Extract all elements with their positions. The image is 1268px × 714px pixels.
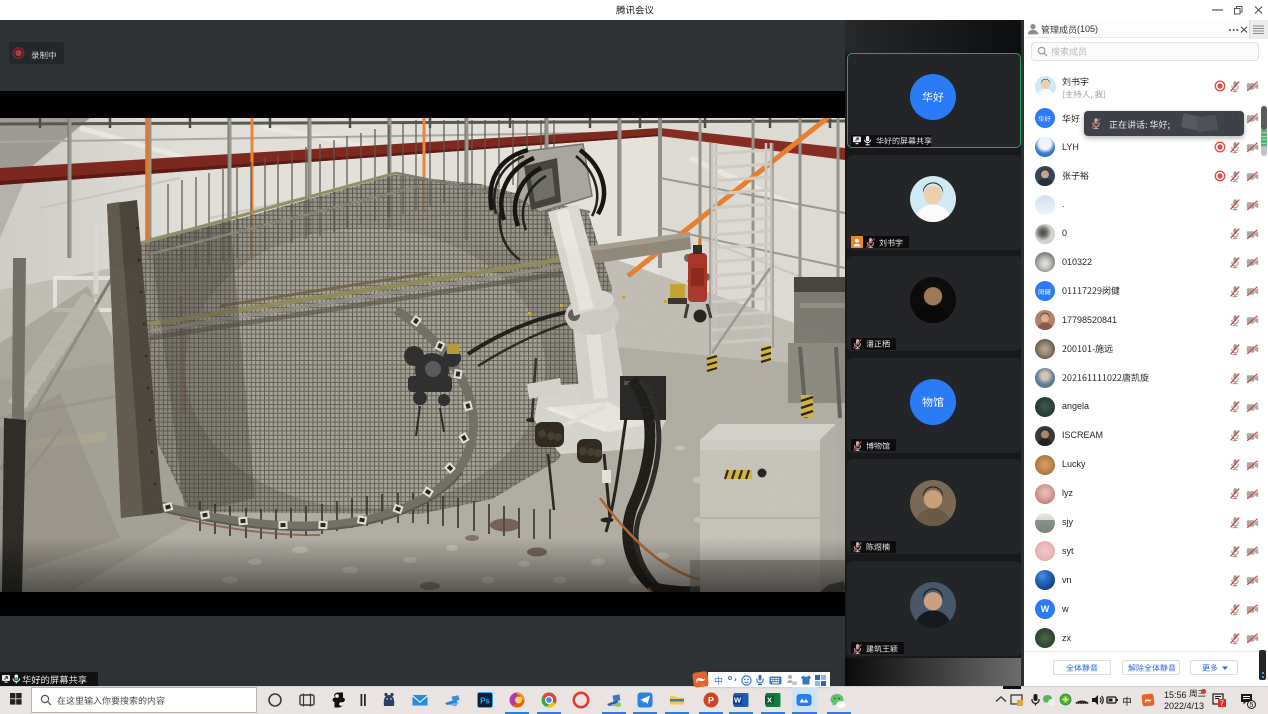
svg-text:P: P: [708, 696, 714, 706]
svg-text:Ps: Ps: [480, 697, 490, 706]
svg-text:X: X: [767, 696, 772, 705]
svg-text:W: W: [734, 696, 742, 705]
svg-text:7: 7: [1220, 701, 1224, 708]
svg-text:5: 5: [1250, 702, 1254, 709]
